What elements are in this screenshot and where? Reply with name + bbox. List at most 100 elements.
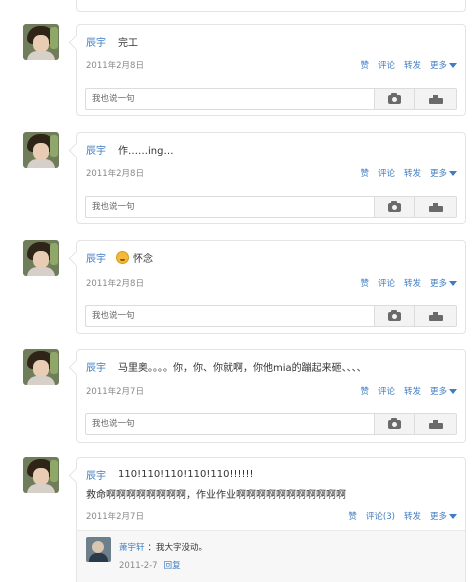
post-text: 作……ing…	[118, 146, 174, 157]
reply-input[interactable]	[86, 414, 374, 434]
post-text-line2: 救命啊啊啊啊啊啊啊啊，作业作业啊啊啊啊啊啊啊啊啊啊啊	[86, 490, 346, 501]
post-meta: 2011年2月8日 赞 评论 转发 更多	[86, 59, 457, 71]
post-text: 完工	[118, 38, 138, 49]
camera-icon	[388, 200, 401, 212]
comment-meta: 2011-2-7 回复	[119, 559, 181, 571]
more-button[interactable]: 更多	[430, 59, 457, 71]
comment-button[interactable]: 评论	[378, 277, 395, 289]
comment-button[interactable]: 评论	[378, 59, 395, 71]
post-actions: 赞 评论 转发 更多	[360, 167, 457, 179]
more-button[interactable]: 更多	[430, 167, 457, 179]
post-meta: 2011年2月8日 赞 评论 转发 更多	[86, 277, 457, 289]
post-meta: 2011年2月7日 赞 评论(3) 转发 更多	[86, 510, 457, 522]
camera-icon	[388, 309, 401, 321]
post-author-link[interactable]: 辰宇	[86, 467, 106, 482]
repost-button[interactable]: 转发	[404, 167, 421, 179]
post-date[interactable]: 2011年2月7日	[86, 510, 144, 522]
chevron-down-icon	[449, 280, 457, 286]
repost-button[interactable]: 转发	[404, 510, 421, 522]
post-header: 辰宇 马里奥。。。。你，你、你就啊，你他mia的蹦起来砸、、、、	[86, 359, 455, 374]
reply-box	[85, 196, 457, 218]
more-button[interactable]: 更多	[430, 510, 457, 522]
photo-button[interactable]	[374, 197, 414, 217]
more-label: 更多	[429, 169, 447, 179]
send-icon	[428, 311, 443, 321]
reply-box	[85, 413, 457, 435]
like-button[interactable]: 赞	[360, 277, 369, 289]
post-card: 辰宇 怀念 2011年2月8日 赞 评论 转发 更多	[76, 240, 466, 334]
post-author-link[interactable]: 辰宇	[86, 359, 106, 374]
post-date[interactable]: 2011年2月7日	[86, 385, 144, 397]
send-button[interactable]	[414, 414, 456, 434]
post-card: 辰宇 110!110!110!110!110!!!!!! 救命啊啊啊啊啊啊啊啊，…	[76, 457, 466, 582]
post-actions: 赞 评论 转发 更多	[360, 385, 457, 397]
comment-author-link[interactable]: 萧宇轩	[119, 543, 145, 553]
post-card: 辰宇 完工 2011年2月8日 赞 评论 转发 更多	[76, 24, 466, 116]
more-label: 更多	[429, 387, 447, 397]
post-header: 辰宇 作……ing…	[86, 142, 455, 157]
send-icon	[428, 94, 443, 104]
send-button[interactable]	[414, 197, 456, 217]
smiley-face-icon	[116, 251, 129, 264]
post-header: 辰宇 完工	[86, 34, 455, 49]
comment-date: 2011-2-7	[119, 561, 158, 571]
repost-button[interactable]: 转发	[404, 277, 421, 289]
comment-button[interactable]: 评论	[378, 385, 395, 397]
comment-button[interactable]: 评论	[378, 167, 395, 179]
post-header: 辰宇 110!110!110!110!110!!!!!!	[86, 467, 455, 482]
chevron-down-icon	[449, 513, 457, 519]
commenter-avatar[interactable]	[86, 537, 111, 562]
more-button[interactable]: 更多	[430, 385, 457, 397]
avatar[interactable]	[23, 349, 59, 385]
send-button[interactable]	[414, 89, 456, 109]
avatar[interactable]	[23, 240, 59, 276]
avatar[interactable]	[23, 24, 59, 60]
comment-item: 萧宇轩 ：我大字没动。	[119, 541, 207, 553]
post-date[interactable]: 2011年2月8日	[86, 59, 144, 71]
photo-button[interactable]	[374, 414, 414, 434]
post-text: 马里奥。。。。你，你、你就啊，你他mia的蹦起来砸、、、、	[118, 363, 367, 374]
like-button[interactable]: 赞	[360, 59, 369, 71]
more-button[interactable]: 更多	[430, 277, 457, 289]
post-card: 辰宇 作……ing… 2011年2月8日 赞 评论 转发 更多	[76, 132, 466, 224]
reply-input[interactable]	[86, 306, 374, 326]
send-icon	[428, 419, 443, 429]
post-author-link[interactable]: 辰宇	[86, 250, 106, 265]
post-meta: 2011年2月7日 赞 评论 转发 更多	[86, 385, 457, 397]
chevron-down-icon	[449, 170, 457, 176]
like-button[interactable]: 赞	[360, 385, 369, 397]
post-text: 怀念	[133, 254, 153, 265]
post-date[interactable]: 2011年2月8日	[86, 277, 144, 289]
repost-button[interactable]: 转发	[404, 385, 421, 397]
reply-input[interactable]	[86, 197, 374, 217]
camera-icon	[388, 417, 401, 429]
like-button[interactable]: 赞	[360, 167, 369, 179]
comment-button[interactable]: 评论(3)	[366, 510, 395, 522]
post-card: 辰宇 马里奥。。。。你，你、你就啊，你他mia的蹦起来砸、、、、 2011年2月…	[76, 349, 466, 443]
comment-list: 萧宇轩 ：我大字没动。 2011-2-7 回复	[77, 530, 465, 582]
post-author-link[interactable]: 辰宇	[86, 34, 106, 49]
post-text: 110!110!110!110!110!!!!!!	[118, 469, 254, 480]
avatar[interactable]	[23, 457, 59, 493]
photo-button[interactable]	[374, 89, 414, 109]
avatar[interactable]	[23, 132, 59, 168]
send-button[interactable]	[414, 306, 456, 326]
photo-button[interactable]	[374, 306, 414, 326]
post-author-link[interactable]: 辰宇	[86, 142, 106, 157]
more-label: 更多	[429, 279, 447, 289]
post-actions: 赞 评论(3) 转发 更多	[348, 510, 457, 522]
more-label: 更多	[429, 512, 447, 522]
camera-icon	[388, 92, 401, 104]
comment-reply-link[interactable]: 回复	[164, 561, 181, 571]
reply-box	[85, 305, 457, 327]
repost-button[interactable]: 转发	[404, 59, 421, 71]
post-actions: 赞 评论 转发 更多	[360, 59, 457, 71]
chevron-down-icon	[449, 388, 457, 394]
post-meta: 2011年2月8日 赞 评论 转发 更多	[86, 167, 457, 179]
send-icon	[428, 202, 443, 212]
reply-input[interactable]	[86, 89, 374, 109]
like-button[interactable]: 赞	[348, 510, 357, 522]
post-header: 辰宇 怀念	[86, 250, 455, 265]
comment-text: ：我大字没动。	[147, 543, 208, 553]
post-date[interactable]: 2011年2月8日	[86, 167, 144, 179]
